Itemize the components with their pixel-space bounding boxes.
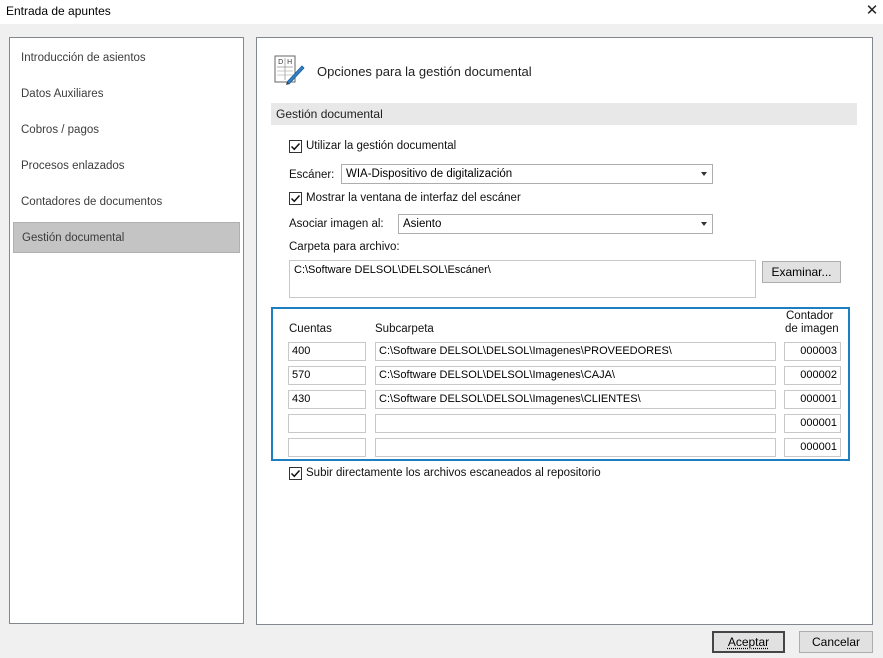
window-title: Entrada de apuntes (6, 4, 111, 18)
account-cell[interactable]: 400 (288, 342, 366, 361)
document-pen-icon: D H (273, 54, 305, 86)
chevron-down-icon (701, 172, 707, 176)
subfolder-value: C:\Software DELSOL\DELSOL\Imagenes\CAJA\ (379, 369, 615, 381)
cancel-button[interactable]: Cancelar (799, 631, 873, 653)
subfolder-value: C:\Software DELSOL\DELSOL\Imagenes\CLIEN… (379, 393, 641, 405)
scanner-select[interactable]: WIA-Dispositivo de digitalización (341, 164, 713, 184)
associate-value: Asiento (403, 218, 442, 230)
section-header: Gestión documental (271, 103, 857, 125)
subfolder-cell[interactable]: C:\Software DELSOL\DELSOL\Imagenes\PROVE… (375, 342, 776, 361)
folder-field[interactable]: C:\Software DELSOL\DELSOL\Escáner\ (289, 260, 756, 298)
svg-text:H: H (287, 58, 292, 66)
chevron-down-icon (701, 222, 707, 226)
account-value: 400 (292, 345, 311, 357)
subfolder-cell[interactable] (375, 438, 776, 457)
close-icon[interactable]: ✕ (862, 1, 882, 21)
counter-cell[interactable]: 000001 (784, 390, 841, 409)
column-header-subfolder: Subcarpeta (375, 323, 434, 335)
page-title: Opciones para la gestión documental (317, 64, 532, 79)
counter-value: 000001 (800, 417, 837, 429)
counter-value: 000002 (800, 369, 837, 381)
sidebar-item-procesos-enlazados[interactable]: Procesos enlazados (13, 151, 240, 182)
counter-value: 000001 (800, 441, 837, 453)
svg-text:D: D (278, 58, 283, 66)
counter-cell[interactable]: 000003 (784, 342, 841, 361)
show-scanner-ui-checkbox[interactable] (289, 192, 302, 205)
column-header-counter-line2: de imagen (785, 323, 839, 335)
associate-select[interactable]: Asiento (398, 214, 713, 234)
counter-value: 000003 (800, 345, 837, 357)
scanner-label: Escáner: (289, 169, 335, 181)
sidebar-item-contadores[interactable]: Contadores de documentos (13, 187, 240, 218)
accept-button[interactable]: Aceptar (712, 631, 785, 653)
column-header-counter-line1: Contador (786, 310, 834, 322)
account-cell[interactable]: 570 (288, 366, 366, 385)
account-cell[interactable] (288, 414, 366, 433)
use-docs-checkbox[interactable] (289, 140, 302, 153)
sidebar: Introducción de asientos Datos Auxiliare… (9, 37, 244, 624)
show-scanner-ui-label: Mostrar la ventana de interfaz del escán… (306, 192, 521, 204)
folder-label: Carpeta para archivo: (289, 241, 400, 253)
section-title: Gestión documental (276, 107, 383, 121)
associate-label: Asociar imagen al: (289, 218, 384, 230)
account-cell[interactable]: 430 (288, 390, 366, 409)
account-value: 430 (292, 393, 311, 405)
sidebar-item-datos-auxiliares[interactable]: Datos Auxiliares (13, 79, 240, 110)
title-bar (0, 0, 883, 24)
accept-label: Aceptar (727, 635, 770, 649)
counter-cell[interactable]: 000001 (784, 414, 841, 433)
account-cell[interactable] (288, 438, 366, 457)
counter-cell[interactable]: 000001 (784, 438, 841, 457)
browse-button[interactable]: Examinar... (762, 261, 841, 283)
sidebar-item-gestion-documental[interactable]: Gestión documental (13, 222, 240, 253)
account-value: 570 (292, 369, 311, 381)
upload-label: Subir directamente los archivos escanead… (306, 467, 601, 479)
use-docs-label: Utilizar la gestión documental (306, 140, 457, 152)
subfolder-cell[interactable]: C:\Software DELSOL\DELSOL\Imagenes\CAJA\ (375, 366, 776, 385)
sidebar-item-introduccion[interactable]: Introducción de asientos (13, 43, 240, 74)
subfolder-value: C:\Software DELSOL\DELSOL\Imagenes\PROVE… (379, 345, 672, 357)
counter-cell[interactable]: 000002 (784, 366, 841, 385)
subfolder-cell[interactable]: C:\Software DELSOL\DELSOL\Imagenes\CLIEN… (375, 390, 776, 409)
folder-value: C:\Software DELSOL\DELSOL\Escáner\ (294, 264, 491, 276)
column-header-accounts: Cuentas (289, 323, 332, 335)
upload-checkbox[interactable] (289, 467, 302, 480)
scanner-value: WIA-Dispositivo de digitalización (346, 168, 513, 180)
sidebar-item-cobros-pagos[interactable]: Cobros / pagos (13, 115, 240, 146)
counter-value: 000001 (800, 393, 837, 405)
subfolder-cell[interactable] (375, 414, 776, 433)
